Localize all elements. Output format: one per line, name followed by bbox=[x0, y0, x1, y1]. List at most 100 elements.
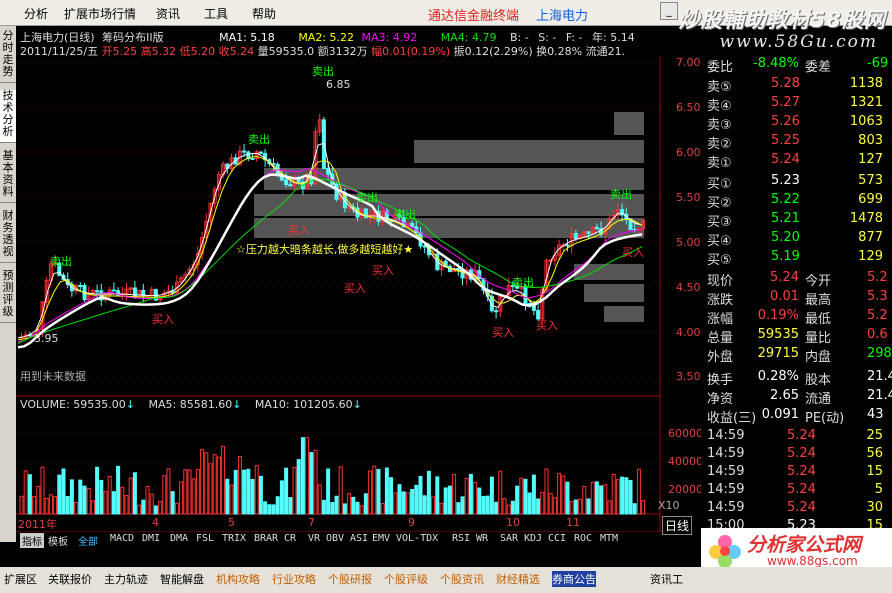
price-tick: 6.00 bbox=[676, 146, 701, 159]
candle-body bbox=[258, 151, 263, 154]
level-label: 卖④ bbox=[707, 99, 732, 114]
date-tick: 4 bbox=[152, 516, 159, 529]
date-tick: 10 bbox=[506, 516, 520, 529]
status-item[interactable]: 主力轨迹 bbox=[104, 571, 148, 587]
buy-signal: 买入 bbox=[492, 326, 514, 339]
candle-body bbox=[242, 150, 247, 153]
indicator-tab[interactable]: RSI bbox=[452, 533, 470, 544]
candle-body bbox=[250, 157, 255, 160]
level-price: 5.19 bbox=[771, 249, 800, 264]
volume-bar bbox=[309, 452, 314, 515]
price-tick: 5.50 bbox=[676, 191, 701, 204]
menu-extended-market[interactable]: 扩展市场行情 bbox=[64, 5, 136, 22]
indicator-tab[interactable]: DMI bbox=[142, 533, 160, 544]
status-item[interactable]: 资讯工 bbox=[650, 571, 683, 587]
status-item[interactable]: 券商公告 bbox=[552, 571, 596, 587]
volume-bar bbox=[141, 499, 146, 515]
quote-row: 现价 5.24 今开 5.2 bbox=[701, 270, 892, 289]
flower-icon bbox=[709, 535, 741, 568]
tab-basic-info[interactable]: 基本资料 bbox=[0, 150, 16, 203]
tab-time-share[interactable]: 分时走势 bbox=[0, 30, 16, 83]
quote-label: 外盘 bbox=[707, 350, 734, 365]
volume-bar bbox=[620, 476, 625, 515]
indicator-tab[interactable]: 全部 bbox=[78, 533, 98, 548]
indicator-tab[interactable]: EMV bbox=[372, 533, 390, 544]
candle-body bbox=[78, 284, 83, 287]
status-item[interactable]: 财经精选 bbox=[496, 571, 540, 587]
indicator-tab[interactable]: FSL bbox=[196, 533, 214, 544]
volume-bar bbox=[384, 467, 389, 515]
bar-float: 流通21. bbox=[585, 45, 626, 58]
status-item[interactable]: 扩展区 bbox=[4, 571, 37, 587]
indicator-tab[interactable]: ASI bbox=[350, 533, 368, 544]
date-tick: 11 bbox=[566, 516, 580, 529]
indicator-tab[interactable]: SAR bbox=[500, 533, 518, 544]
indicator-tab[interactable]: WR bbox=[476, 533, 488, 544]
quote-label: 内盘 bbox=[805, 350, 832, 365]
quote-value: 5.2 bbox=[867, 270, 888, 285]
tab-tech-analysis[interactable]: 技术分析 bbox=[0, 90, 16, 143]
indicator-tab[interactable]: CCI bbox=[548, 533, 566, 544]
status-item[interactable]: 个股评级 bbox=[384, 571, 428, 587]
candle-body bbox=[132, 287, 137, 298]
price-tick: 3.50 bbox=[676, 370, 701, 383]
indicator-tab[interactable]: 指标 bbox=[20, 533, 44, 548]
indicator-tab[interactable]: 模板 bbox=[48, 533, 68, 548]
period-button[interactable]: 日线 bbox=[662, 516, 693, 535]
status-item[interactable]: 个股研报 bbox=[328, 571, 372, 587]
status-item[interactable]: 机构攻略 bbox=[216, 571, 260, 587]
tick-price: 5.24 bbox=[787, 500, 816, 515]
stock-name: 上海电力 bbox=[536, 9, 589, 24]
ask-row: 卖④ 5.27 1321 bbox=[701, 95, 892, 114]
indicator-tab[interactable]: ROC bbox=[574, 533, 592, 544]
ask-row: 卖① 5.24 127 bbox=[701, 152, 892, 171]
level-label: 买① bbox=[707, 177, 732, 192]
indicator-tab[interactable]: CR bbox=[284, 533, 296, 544]
indicator-tab[interactable]: KDJ bbox=[524, 533, 542, 544]
sell-signal: 卖出 bbox=[512, 275, 534, 289]
menu-analysis[interactable]: 分析 bbox=[24, 5, 48, 22]
volume-bar bbox=[27, 474, 32, 515]
volume-bar bbox=[275, 496, 280, 515]
tab-rating[interactable]: 预测评级 bbox=[0, 270, 16, 323]
volume-bar bbox=[527, 492, 532, 515]
indicator-tab[interactable]: MTM bbox=[600, 533, 618, 544]
volume-bar bbox=[460, 496, 465, 515]
menu-help[interactable]: 帮助 bbox=[252, 5, 276, 22]
status-item[interactable]: 行业攻略 bbox=[272, 571, 316, 587]
indicator-tab[interactable]: OBV bbox=[326, 533, 344, 544]
volume-bar bbox=[468, 473, 473, 515]
status-item[interactable]: 关联报价 bbox=[48, 571, 92, 587]
indicator-tab[interactable]: DMA bbox=[170, 533, 188, 544]
tick-time: 14:59 bbox=[707, 446, 745, 461]
bid-row: 买④ 5.20 877 bbox=[701, 230, 892, 249]
indicator-tab[interactable]: BRAR bbox=[254, 533, 278, 544]
vol-tick: 40000 bbox=[668, 455, 703, 468]
quote-value: 59535 bbox=[757, 327, 799, 342]
bar-info: 2011/11/25/五 开5.25 高5.32 低5.20 收5.24 量59… bbox=[20, 43, 625, 59]
level-volume: 129 bbox=[858, 249, 883, 264]
indicator-tab[interactable]: MACD bbox=[110, 533, 134, 544]
indicator-tab[interactable]: VR bbox=[308, 533, 320, 544]
volume-bar bbox=[296, 459, 301, 515]
volume-bar bbox=[422, 495, 427, 515]
menu-tools[interactable]: 工具 bbox=[204, 5, 228, 22]
vol-ma5: MA5: 85581.60 bbox=[148, 398, 233, 411]
volume-bar bbox=[263, 501, 268, 515]
indicator-tab[interactable]: TRIX bbox=[222, 533, 246, 544]
minimize-button[interactable]: _ bbox=[660, 2, 678, 20]
tab-finance[interactable]: 财务透视 bbox=[0, 210, 16, 263]
status-item[interactable]: 智能解盘 bbox=[160, 571, 204, 587]
kline-chart[interactable]: 卖出 卖出 卖出 卖出 卖出 卖出 卖出 买入 买入 买入 买入 买入 买入 买… bbox=[16, 26, 676, 536]
tick-time: 14:59 bbox=[707, 428, 745, 443]
volume-bar bbox=[565, 481, 570, 515]
indicator-tab[interactable]: VOL-TDX bbox=[396, 533, 438, 544]
buy-signal: 买入 bbox=[536, 319, 558, 332]
menu-news[interactable]: 资讯 bbox=[156, 5, 180, 22]
volume-bar bbox=[351, 496, 356, 515]
quote-row: 总量 59535 量比 0.6 bbox=[701, 327, 892, 346]
status-item[interactable]: 个股资讯 bbox=[440, 571, 484, 587]
weibi-value: -8.48% bbox=[753, 56, 799, 71]
volume-bar bbox=[82, 485, 87, 515]
quote-label: 最低 bbox=[805, 312, 832, 327]
